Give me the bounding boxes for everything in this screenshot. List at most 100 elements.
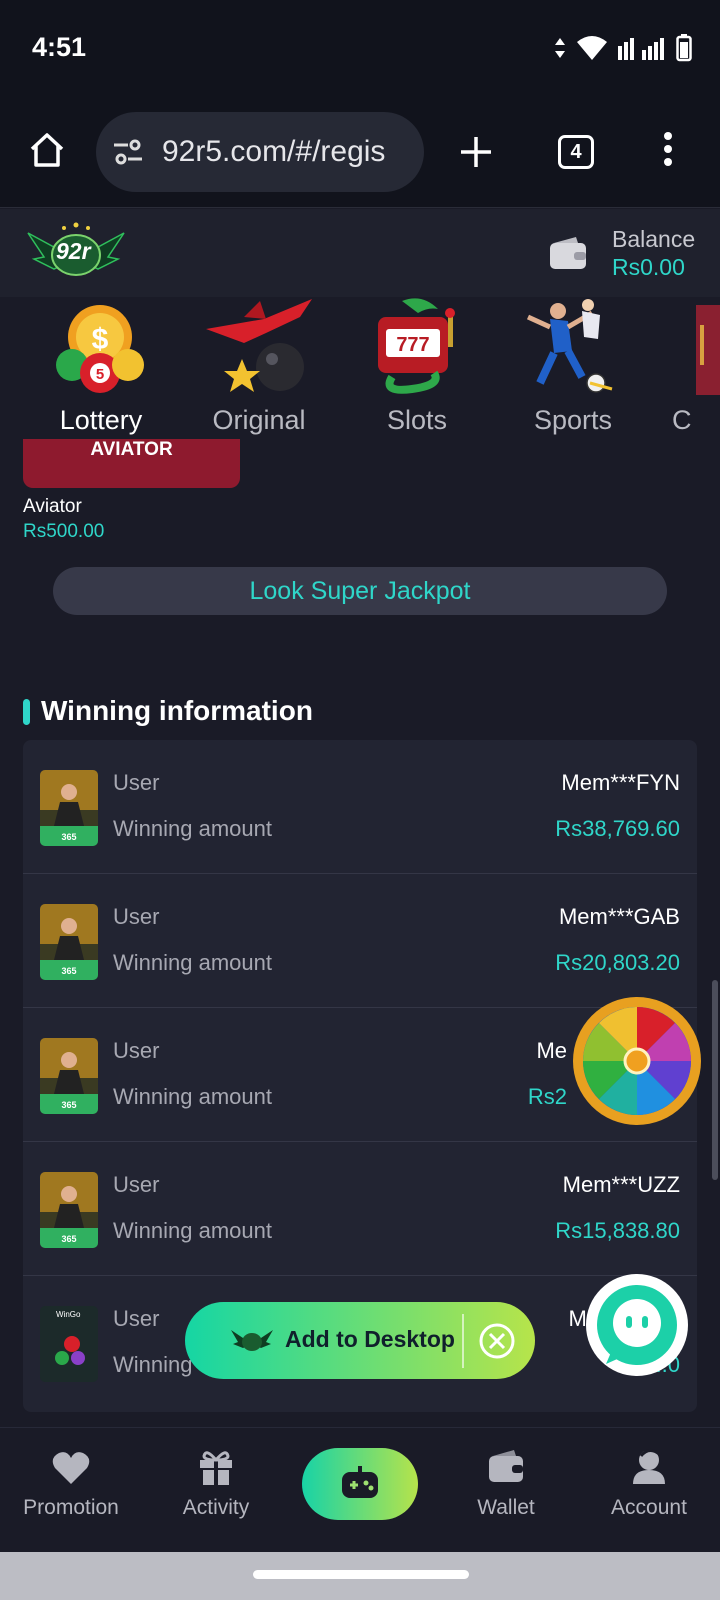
winning-amount-label: Winning amount [113,1084,272,1109]
slot-machine-icon: 777 [378,298,455,394]
bottom-navigation: Promotion Activity Wallet Account [0,1427,720,1552]
page-scrollbar[interactable] [712,980,718,1180]
home-icon[interactable] [28,131,66,169]
site-logo[interactable]: 92r [24,219,128,287]
user-label: User [113,1306,160,1331]
wingo-thumbnail: WinGo [40,1306,98,1382]
svg-text:$: $ [92,323,109,356]
category-bar: $ 5 Lottery Original 777 Slots Sports C [0,297,720,439]
gesture-handle[interactable] [253,1570,469,1579]
add-to-desktop-banner[interactable]: Add to Desktop [185,1302,535,1379]
user-label: User [113,1038,160,1063]
aviator-game-amount: Rs500.00 [23,521,105,542]
nav-label: Activity [182,1496,250,1519]
winner-username: Mem***FYN [561,770,680,795]
category-label: C [672,405,692,435]
nav-label: Account [611,1496,687,1519]
battery-icon [676,34,692,62]
winning-amount-value: Rs2 [527,1084,567,1109]
balance-label: Balance [612,226,696,252]
site-header: 92r Balance Rs0.00 [0,209,720,297]
account-icon [633,1449,665,1484]
nav-wallet[interactable]: Wallet [441,1428,571,1553]
sports-players-icon [526,299,613,393]
category-label: Lottery [59,405,143,435]
nav-label: Promotion [23,1496,119,1519]
site-settings-icon[interactable] [112,138,144,166]
winner-username: Mem***UZZ [562,1172,680,1197]
winning-amount-value: Rs20,803.20 [555,950,680,975]
category-label: Sports [533,405,613,435]
look-super-jackpot-button[interactable]: Look Super Jackpot [53,567,667,615]
svg-text:365: 365 [61,1234,76,1244]
aviator-game-card[interactable]: AVIATOR [23,439,240,488]
user-label: User [113,1172,160,1197]
tab-switcher-button[interactable]: 4 [558,135,594,169]
category-original[interactable]: Original [184,297,334,439]
winning-amount-label: Winning amount [113,816,272,841]
category-label: Slots [386,405,448,435]
status-bar: 4:51 [0,0,720,98]
category-sports[interactable]: Sports [498,297,648,439]
new-tab-icon[interactable] [458,134,494,170]
aviator-banner-text: AVIATOR [90,439,173,460]
svg-text:777: 777 [396,334,429,356]
section-accent-bar [23,699,30,725]
gift-icon [200,1451,232,1485]
svg-text:365: 365 [61,1100,76,1110]
wifi-icon [577,36,607,60]
user-label: User [113,770,160,795]
customer-service-icon[interactable] [584,1272,690,1378]
winning-amount-label: Winning amount [113,1218,272,1243]
winning-amount-label: Winning amount [113,950,272,975]
winning-row: 365 User Winning amount Mem***UZZ Rs15,8… [23,1142,697,1276]
category-lottery[interactable]: $ 5 Lottery [26,297,176,439]
more-menu-icon[interactable] [663,131,673,167]
signal-icon [618,38,664,60]
data-arrows-icon [555,38,565,58]
lottery-balls-icon: $ 5 [56,305,144,393]
balance-value: Rs0.00 [612,254,685,280]
status-time: 4:51 [32,32,87,62]
gamepad-icon [342,1466,378,1498]
svg-text:5: 5 [96,366,104,383]
nav-games-home[interactable] [302,1448,418,1520]
svg-text:365: 365 [61,966,76,976]
user-label: User [113,904,160,929]
logo-text: 92r [56,238,91,264]
system-gesture-area [0,1552,720,1600]
game-thumbnail: 365 [40,1038,98,1114]
category-label: Original [212,405,306,435]
category-slots[interactable]: 777 Slots [342,297,492,439]
winning-info-title: Winning information [41,695,313,726]
winner-username: Mem***GAB [558,904,680,929]
address-bar[interactable]: 92r5.com/#/regis [96,112,424,192]
nav-account[interactable]: Account [584,1428,714,1553]
winner-username: Me [536,1038,567,1063]
winning-row: 365 User Winning amount Mem***FYN Rs38,7… [23,740,697,874]
nav-activity[interactable]: Activity [151,1428,281,1553]
close-icon[interactable] [478,1322,516,1360]
wallet-balance-icon [550,237,586,269]
winning-amount-value: Rs38,769.60 [555,816,680,841]
browser-toolbar: 92r5.com/#/regis 4 [0,98,720,208]
aviator-game-name: Aviator [23,496,82,517]
status-icons [554,34,692,62]
nav-label: Wallet [477,1496,535,1519]
plane-bomb-icon [206,299,312,392]
game-thumbnail: 365 [40,1172,98,1248]
winning-amount-value: Rs15,838.80 [555,1218,680,1243]
casino-icon [696,305,720,395]
category-partial[interactable]: C [654,297,720,439]
game-thumbnail: 365 [40,770,98,846]
winning-row: 365 User Winning amount Mem***GAB Rs20,8… [23,874,697,1008]
nav-promotion[interactable]: Promotion [6,1428,136,1553]
game-thumbnail: 365 [40,904,98,980]
promotion-icon [52,1452,90,1484]
wallet-icon [489,1450,523,1482]
winning-amount-label: Winning [113,1352,193,1377]
lucky-wheel-icon[interactable] [570,994,704,1128]
url-text: 92r5.com/#/regis [162,135,386,168]
logo-small-icon [231,1330,273,1351]
add-to-desktop-label: Add to Desktop [285,1326,455,1352]
